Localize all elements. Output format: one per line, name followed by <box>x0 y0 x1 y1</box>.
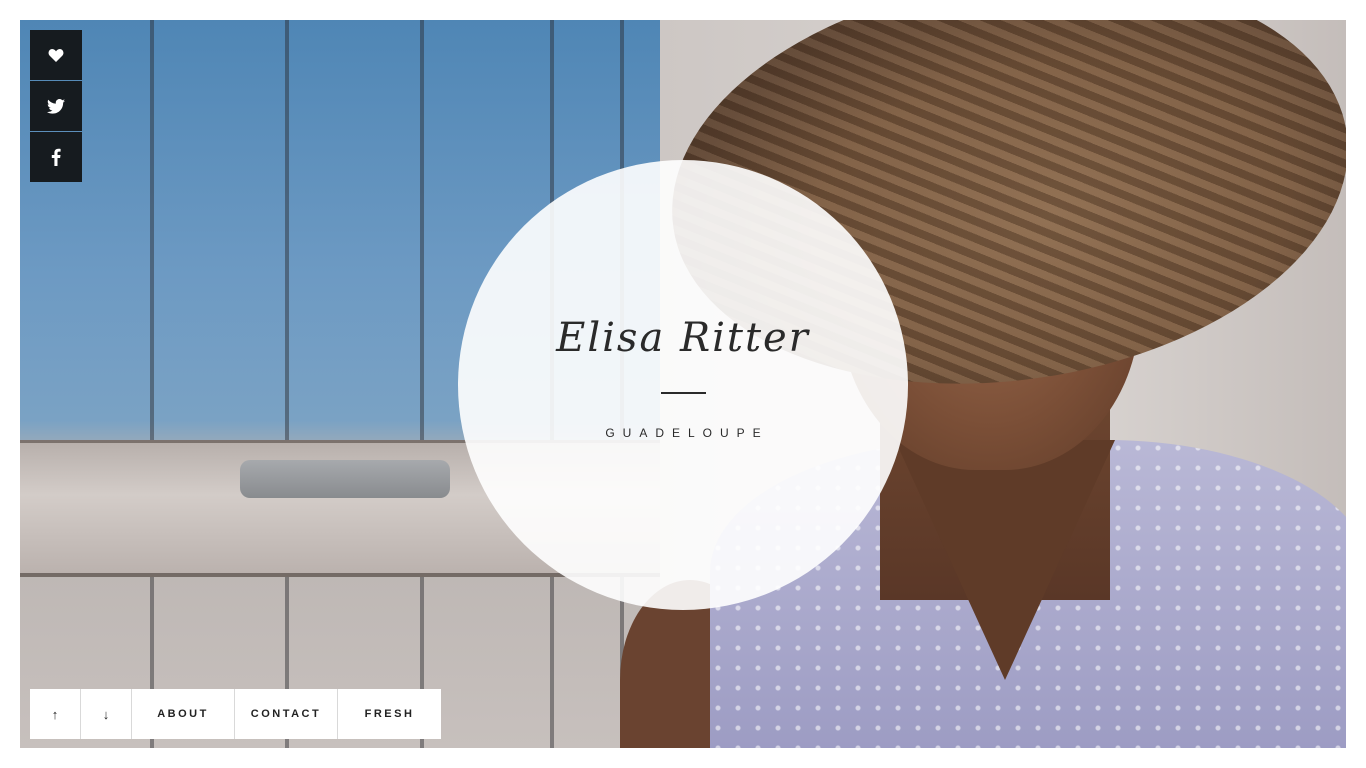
nav-about-link[interactable]: ABOUT <box>132 689 235 739</box>
title-circle: Elisa Ritter GUADELOUPE <box>458 160 908 610</box>
nav-fresh-link[interactable]: FRESH <box>338 689 441 739</box>
bottom-navigation: ↑ ↓ ABOUT CONTACT FRESH <box>30 689 441 739</box>
twitter-icon <box>47 98 65 114</box>
title-divider <box>661 392 706 394</box>
door-plank-line <box>150 20 154 748</box>
door-latch <box>240 460 450 498</box>
heart-icon <box>48 48 64 62</box>
hero-location: GUADELOUPE <box>605 426 769 440</box>
previous-slide-button[interactable]: ↑ <box>30 689 81 739</box>
twitter-share-button[interactable] <box>30 81 82 131</box>
arrow-up-icon: ↑ <box>51 706 59 722</box>
hero-title: Elisa Ritter <box>556 315 810 361</box>
door-plank-line <box>420 20 424 748</box>
hero-photo: Elisa Ritter GUADELOUPE <box>20 20 1346 748</box>
arrow-down-icon: ↓ <box>102 706 110 722</box>
next-slide-button[interactable]: ↓ <box>81 689 132 739</box>
facebook-icon <box>51 148 61 166</box>
subject-neckline <box>895 440 1115 680</box>
nav-contact-link[interactable]: CONTACT <box>235 689 338 739</box>
social-share-bar <box>30 30 82 183</box>
door-plank-line <box>285 20 289 748</box>
like-button[interactable] <box>30 30 82 80</box>
facebook-share-button[interactable] <box>30 132 82 182</box>
